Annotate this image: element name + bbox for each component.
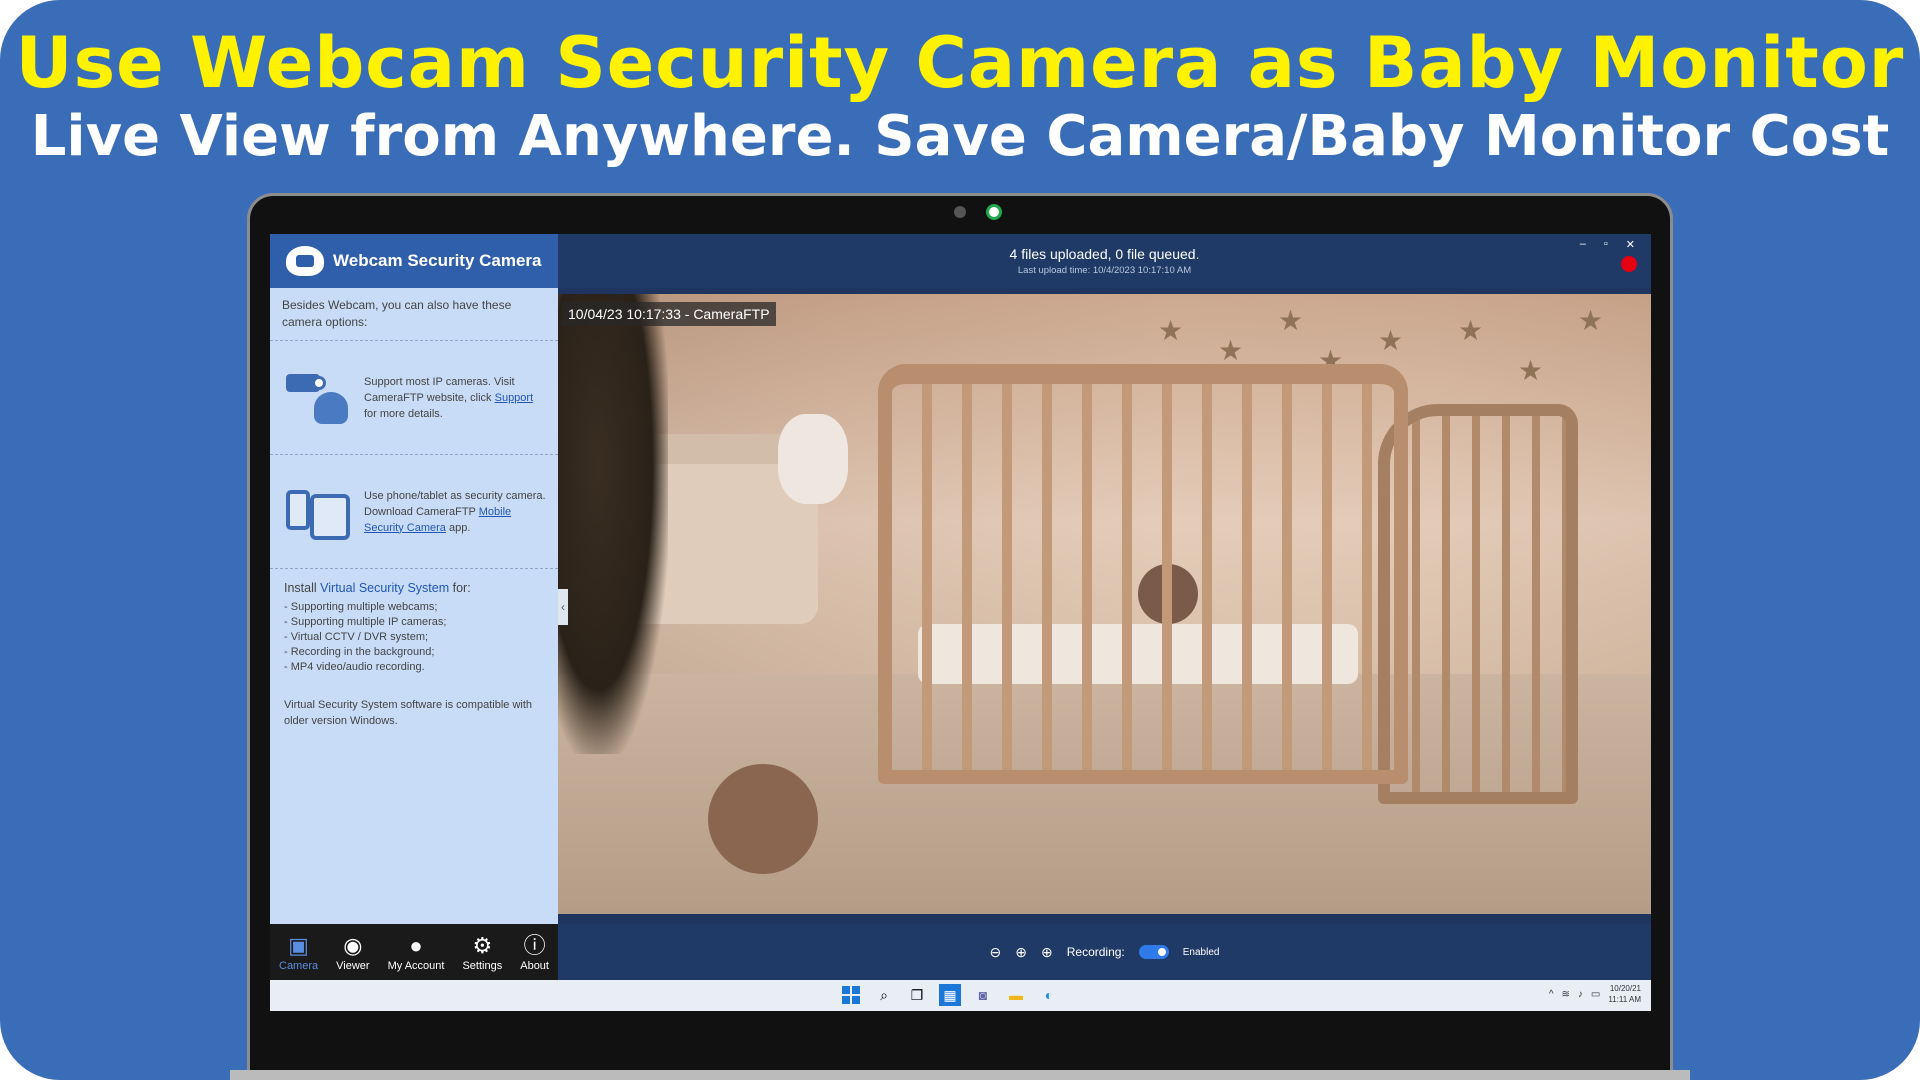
- volume-icon[interactable]: ♪: [1578, 989, 1583, 1000]
- install-heading: Install Virtual Security System for:: [284, 581, 471, 595]
- wifi-icon[interactable]: ≋: [1562, 989, 1570, 1000]
- zoom-in-icon[interactable]: ⊕: [1041, 944, 1053, 961]
- nav-about[interactable]: ⓘ About: [520, 932, 549, 972]
- status-bar: 4 files uploaded, 0 file queued. Last up…: [558, 234, 1651, 288]
- ip-camera-option: Support most IP cameras. Visit CameraFTP…: [270, 341, 558, 455]
- support-link[interactable]: Support: [495, 392, 534, 404]
- nav-viewer[interactable]: ◉ Viewer: [336, 932, 369, 972]
- laptop-sensor: [954, 206, 966, 218]
- eye-icon: ◉: [343, 933, 363, 958]
- list-item: Supporting multiple IP cameras;: [284, 615, 544, 630]
- video-timestamp: 10/04/23 10:17:33 - CameraFTP: [562, 302, 776, 326]
- ip-camera-icon: [282, 368, 354, 428]
- mobile-camera-option: Use phone/tablet as security camera. Dow…: [270, 455, 558, 569]
- upload-status: 4 files uploaded, 0 file queued.: [1009, 246, 1200, 262]
- minimize-icon[interactable]: –: [1580, 238, 1586, 251]
- list-item: MP4 video/audio recording.: [284, 660, 544, 675]
- widgets-icon[interactable]: ▦: [939, 984, 961, 1006]
- recording-toggle[interactable]: [1138, 945, 1169, 959]
- app-header: Webcam Security Camera: [270, 234, 558, 288]
- file-explorer-icon[interactable]: ▬: [1005, 984, 1027, 1006]
- close-icon[interactable]: ✕: [1626, 238, 1635, 251]
- windows-taskbar: ⌕ ❐ ▦ ◙ ▬ ◐ ^ ≋ ♪ ▭ 10/20/21 11:11 AM: [270, 980, 1651, 1011]
- recording-label: Recording:: [1066, 945, 1125, 959]
- restore-icon[interactable]: ▫: [1604, 238, 1608, 251]
- last-upload-time: Last upload time: 10/4/2023 10:17:10 AM: [1017, 265, 1192, 276]
- camera-ftp-logo-icon: [286, 246, 324, 276]
- chevron-up-icon[interactable]: ^: [1549, 989, 1554, 1000]
- live-video-feed: ★ ★ ★ ★ ★ ★ ★ ★ 10/04/23 10:17:33 - Came…: [558, 294, 1651, 914]
- app-window: Webcam Security Camera Besides Webcam, y…: [270, 234, 1651, 1011]
- laptop-webcam: [986, 204, 1002, 220]
- nav-my-account[interactable]: ● My Account: [388, 932, 445, 972]
- virtual-security-system-link[interactable]: Virtual Security System: [320, 581, 449, 595]
- camera-ftp-icon: ▣: [288, 933, 309, 958]
- window-controls: – ▫ ✕: [1580, 238, 1635, 251]
- subheadline: Live View from Anywhere. Save Camera/Bab…: [30, 104, 1890, 169]
- laptop-keyboard-edge: [230, 1070, 1690, 1080]
- sidebar: Webcam Security Camera Besides Webcam, y…: [270, 234, 558, 924]
- task-view-icon[interactable]: ❐: [906, 984, 928, 1006]
- compatibility-note: Virtual Security System software is comp…: [284, 699, 532, 727]
- user-icon: ●: [409, 933, 423, 958]
- zoom-out-icon[interactable]: ⊖: [990, 944, 1002, 961]
- battery-icon[interactable]: ▭: [1591, 989, 1600, 1000]
- video-controls: ⊖ ⊕ ⊕ Recording: Enabled: [558, 924, 1651, 980]
- search-icon[interactable]: ⌕: [873, 984, 895, 1006]
- info-icon: ⓘ: [523, 933, 546, 958]
- app-title: Webcam Security Camera: [333, 251, 542, 270]
- edge-browser-icon[interactable]: ◐: [1038, 984, 1060, 1006]
- laptop-frame: Webcam Security Camera Besides Webcam, y…: [247, 193, 1673, 1080]
- mobile-camera-text: Use phone/tablet as security camera. Dow…: [364, 489, 546, 534]
- install-feature-list: Supporting multiple webcams; Supporting …: [284, 600, 544, 675]
- bottom-nav: ▣ Camera ◉ Viewer ● My Account ⚙ Setting…: [270, 924, 558, 980]
- taskbar-clock[interactable]: 10/20/21 11:11 AM: [1608, 983, 1641, 1005]
- fit-view-icon[interactable]: ⊕: [1015, 944, 1027, 961]
- gear-icon: ⚙: [472, 933, 493, 958]
- recording-indicator: [1621, 256, 1637, 272]
- nav-camera[interactable]: ▣ Camera: [279, 932, 318, 972]
- camera-options-intro: Besides Webcam, you can also have these …: [270, 288, 558, 341]
- chat-icon[interactable]: ◙: [972, 984, 994, 1006]
- phone-tablet-icon: [282, 482, 354, 542]
- windows-start-icon[interactable]: [840, 984, 862, 1006]
- ip-camera-text: Support most IP cameras. Visit CameraFTP…: [364, 375, 534, 420]
- recording-state: Enabled: [1182, 946, 1220, 958]
- promo-banner: Use Webcam Security Camera as Baby Monit…: [0, 0, 1920, 1080]
- install-section: Install Virtual Security System for: Sup…: [270, 569, 558, 741]
- list-item: Virtual CCTV / DVR system;: [284, 630, 544, 645]
- nav-settings[interactable]: ⚙ Settings: [462, 932, 502, 972]
- collapse-sidebar-handle[interactable]: ‹: [558, 589, 568, 625]
- list-item: Supporting multiple webcams;: [284, 600, 544, 615]
- list-item: Recording in the background;: [284, 645, 544, 660]
- headline: Use Webcam Security Camera as Baby Monit…: [15, 22, 1905, 104]
